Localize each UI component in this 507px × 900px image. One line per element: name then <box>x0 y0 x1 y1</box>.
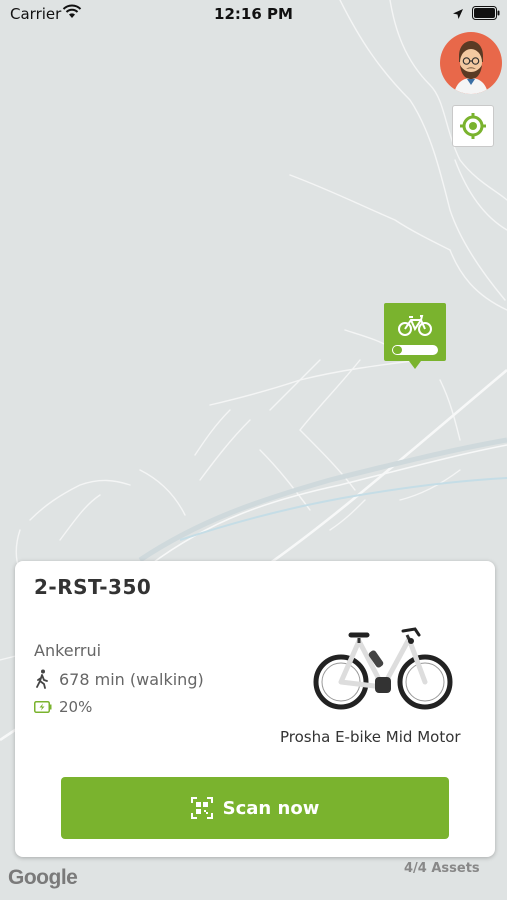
scan-now-label: Scan now <box>222 797 320 819</box>
walking-time-row: 678 min (walking) <box>34 669 204 689</box>
google-logo: Google <box>8 866 78 889</box>
asset-card[interactable]: 2-RST-350 Ankerrui 678 min (walking) 20% <box>15 561 495 857</box>
battery-icon <box>472 6 500 24</box>
crosshair-icon <box>460 113 486 139</box>
my-location-button[interactable] <box>452 105 494 147</box>
scan-now-button[interactable]: Scan now <box>61 777 449 839</box>
assets-count: 4/4 Assets <box>404 861 480 876</box>
walking-icon <box>34 669 54 689</box>
status-time: 12:16 PM <box>214 5 293 23</box>
bike-image <box>311 621 455 719</box>
asset-id: 2-RST-350 <box>34 575 152 599</box>
walking-time: 678 min (walking) <box>59 669 204 689</box>
profile-avatar[interactable] <box>440 32 502 94</box>
location-name: Ankerrui <box>34 641 102 660</box>
battery-percent: 20% <box>59 698 93 716</box>
avatar-icon <box>454 41 488 94</box>
marker-battery-fill <box>393 346 402 354</box>
bike-map-marker[interactable] <box>384 303 446 369</box>
bike-model-name: Prosha E-bike Mid Motor <box>280 728 461 746</box>
bicycle-icon <box>398 315 432 336</box>
location-arrow-icon <box>452 6 464 24</box>
status-bar: Carrier 12:16 PM <box>0 0 507 30</box>
qr-scan-icon <box>190 797 213 819</box>
battery-row: 20% <box>34 698 92 716</box>
marker-battery-bar <box>392 345 438 355</box>
battery-charge-icon <box>34 701 54 713</box>
